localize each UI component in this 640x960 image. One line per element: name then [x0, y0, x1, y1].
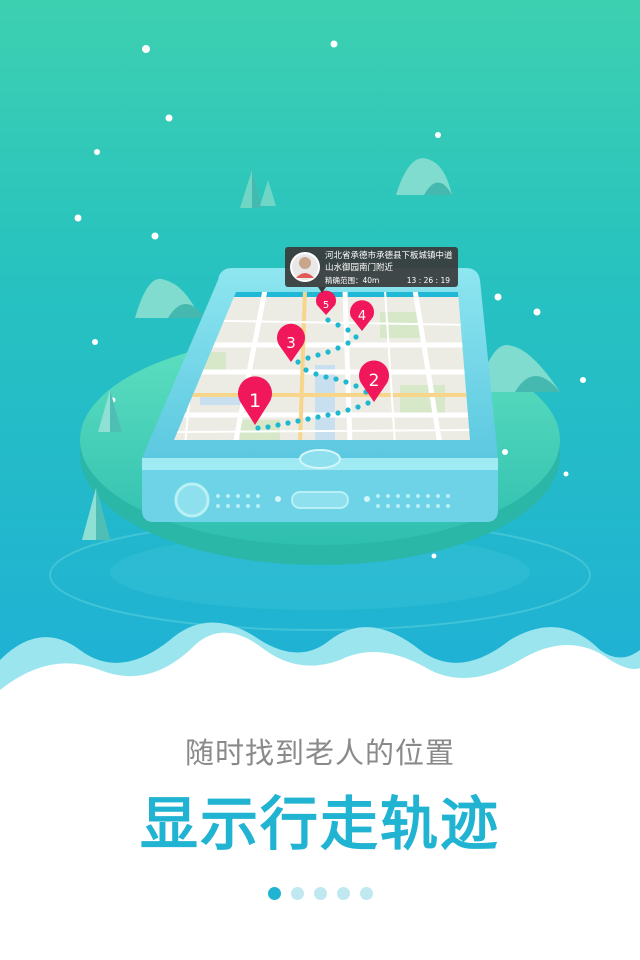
- popup-address-line2: 山水御园南门附近: [325, 262, 394, 273]
- popup-time: 13 : 26 : 19: [407, 276, 450, 285]
- page-dot-3[interactable]: [313, 887, 327, 900]
- page-dot-2[interactable]: [290, 887, 304, 900]
- marker-label: 5: [323, 300, 329, 311]
- illustration: 1 2 3 4 5 河北省承德市承德县下板城镇中道 山水御园南门附近 精确范围：…: [0, 0, 640, 700]
- avatar: [299, 257, 311, 269]
- caption-subtitle: 随时找到老人的位置: [184, 736, 455, 770]
- marker-label: 2: [369, 371, 380, 391]
- phone-map-illustration: 1 2 3 4 5 河北省承德市承德县下板城镇中道 山水御园南门附近 精确范围：…: [0, 40, 640, 700]
- marker-label: 1: [249, 390, 261, 412]
- popup-accuracy: 精确范围：40m: [325, 275, 379, 285]
- caption-title: 显示行走轨迹: [139, 790, 500, 858]
- page-dot-4[interactable]: [336, 887, 350, 900]
- page-dot-1[interactable]: [267, 887, 281, 900]
- popup-address-line1: 河北省承德市承德县下板城镇中道: [325, 250, 453, 261]
- page-indicator: [0, 887, 640, 900]
- marker-label: 3: [286, 334, 296, 352]
- page-dot-5[interactable]: [359, 887, 373, 900]
- marker-label: 4: [358, 309, 366, 324]
- location-popup: 河北省承德市承德县下板城镇中道 山水御园南门附近 精确范围：40m 13 : 2…: [285, 247, 458, 293]
